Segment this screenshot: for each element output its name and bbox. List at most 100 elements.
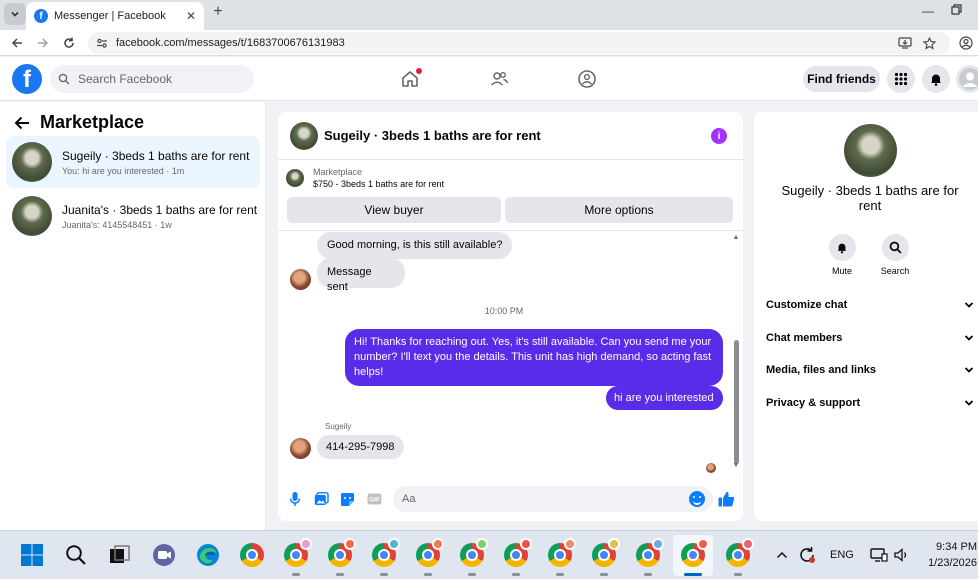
info-icon[interactable]: i <box>711 128 727 144</box>
search-button[interactable]: Search <box>873 234 917 276</box>
system-clock[interactable]: 9:34 PM 1/23/2026 <box>915 539 977 571</box>
back-icon[interactable] <box>8 34 26 52</box>
emoji-icon[interactable] <box>689 491 705 507</box>
clock-date: 1/23/2026 <box>928 557 977 569</box>
conversation-list-panel: Marketplace Sugeily · 3beds 1 baths are … <box>0 102 266 530</box>
bookmark-star-icon[interactable] <box>920 34 938 52</box>
taskbar-search-icon[interactable] <box>63 542 89 568</box>
edge-icon[interactable] <box>195 542 221 568</box>
running-indicator <box>600 573 608 576</box>
marketplace-listing[interactable]: Marketplace $750 - 3beds 1 baths are for… <box>286 167 444 189</box>
divider <box>278 230 743 231</box>
chrome-profile-icon[interactable] <box>459 538 488 576</box>
conversation-item-sugeily[interactable]: Sugeily · 3beds 1 baths are for rent You… <box>6 136 260 188</box>
chrome-profile-icon[interactable] <box>547 538 576 576</box>
home-icon[interactable] <box>398 67 422 91</box>
chrome-profile-icon[interactable] <box>591 538 620 576</box>
site-info-icon[interactable] <box>96 37 108 49</box>
panel-title: Marketplace <box>40 112 145 132</box>
reload-icon[interactable] <box>60 34 78 52</box>
refresh-icon[interactable] <box>796 542 818 568</box>
find-friends-button[interactable]: Find friends <box>803 66 880 92</box>
conversation-item-juanita[interactable]: Juanita's · 3beds 1 baths are for rent J… <box>6 190 260 242</box>
menu-label: Chat members <box>766 332 843 344</box>
sticker-icon[interactable] <box>339 491 355 507</box>
message-input[interactable]: Aa <box>393 486 713 512</box>
view-buyer-button[interactable]: View buyer <box>287 197 501 223</box>
more-options-button[interactable]: More options <box>505 197 733 223</box>
chevron-up-icon[interactable] <box>772 542 792 568</box>
menu-label: Privacy & support <box>766 397 861 409</box>
friends-icon[interactable] <box>487 67 511 91</box>
message-timestamp: 10:00 PM <box>484 306 524 316</box>
windows-taskbar: ENG 9:34 PM 1/23/2026 <box>0 530 978 579</box>
address-bar-row: facebook.com/messages/t/1683700676131983 <box>0 30 978 56</box>
account-avatar[interactable] <box>956 65 978 93</box>
forward-icon[interactable] <box>34 34 52 52</box>
menu-media-files-links[interactable]: Media, files and links <box>766 359 974 381</box>
chrome-profile-icon-active[interactable] <box>680 538 709 576</box>
avatar[interactable] <box>290 121 318 150</box>
display-icon[interactable] <box>868 542 890 568</box>
scroll-down-arrow[interactable]: ▼ <box>732 462 740 469</box>
windows-start-icon[interactable] <box>19 542 45 568</box>
close-icon[interactable]: ✕ <box>186 9 196 23</box>
menu-privacy-support[interactable]: Privacy & support <box>766 392 974 414</box>
chrome-profile-icon[interactable] <box>635 538 664 576</box>
mute-label: Mute <box>831 266 852 276</box>
message-incoming: Message sent <box>317 258 405 293</box>
back-arrow-icon[interactable] <box>14 116 30 130</box>
chevron-down-icon <box>964 334 974 342</box>
teams-icon[interactable] <box>151 542 177 568</box>
message-incoming: 414-295-7998 <box>317 435 404 459</box>
menu-label: Customize chat <box>766 299 848 311</box>
message-incoming: Good morning, is this still available? <box>317 232 513 259</box>
speaker-icon[interactable] <box>892 542 912 568</box>
running-indicator <box>292 573 300 576</box>
mute-button[interactable]: Mute <box>820 234 864 276</box>
restore-icon[interactable] <box>951 4 962 15</box>
minimize-icon[interactable]: — <box>922 4 934 18</box>
language-indicator[interactable]: ENG <box>830 549 854 561</box>
chrome-profile-icon[interactable] <box>371 538 400 576</box>
bell-icon[interactable] <box>922 65 950 93</box>
url-field[interactable]: facebook.com/messages/t/1683700676131983 <box>88 32 950 54</box>
message-outgoing: hi are you interested <box>606 386 723 410</box>
menu-customize-chat[interactable]: Customize chat <box>766 294 974 316</box>
running-indicator <box>556 573 564 576</box>
menu-chat-members[interactable]: Chat members <box>766 327 974 349</box>
search-icon <box>881 234 909 261</box>
browser-tab[interactable]: f Messenger | Facebook ✕ <box>26 2 204 30</box>
avatar <box>12 196 52 236</box>
scroll-thumb[interactable] <box>734 340 739 464</box>
scroll-up-arrow[interactable]: ▲ <box>732 234 740 241</box>
profile-icon[interactable] <box>957 34 975 52</box>
facebook-logo[interactable]: f <box>12 64 42 94</box>
bell-icon <box>828 234 856 261</box>
panel-header: Marketplace <box>14 112 144 133</box>
install-icon[interactable] <box>896 34 914 52</box>
like-icon[interactable] <box>717 490 735 508</box>
tab-list-icon[interactable] <box>4 3 26 25</box>
running-indicator <box>734 573 742 576</box>
running-indicator <box>380 573 388 576</box>
chrome-icon[interactable] <box>239 542 265 568</box>
chrome-profile-icon[interactable] <box>725 538 754 576</box>
chrome-profile-icon[interactable] <box>415 538 444 576</box>
new-tab-icon[interactable]: + <box>208 3 228 21</box>
chrome-profile-icon[interactable] <box>327 538 356 576</box>
groups-icon[interactable] <box>575 67 599 91</box>
task-view-icon[interactable] <box>107 542 133 568</box>
gif-icon[interactable]: GIF <box>366 491 382 507</box>
image-icon[interactable] <box>313 491 329 507</box>
chat-title[interactable]: Sugeily · 3beds 1 baths are for rent <box>324 128 541 143</box>
avatar[interactable] <box>844 124 897 177</box>
marketplace-label: Marketplace <box>313 167 363 177</box>
chrome-profile-icon[interactable] <box>283 538 312 576</box>
search-input[interactable]: Search Facebook <box>50 65 254 93</box>
chrome-profile-icon[interactable] <box>503 538 532 576</box>
chat-scrollbar[interactable]: ▲ ▼ <box>732 234 740 472</box>
microphone-icon[interactable] <box>287 491 303 507</box>
menu-grid-icon[interactable] <box>887 65 915 93</box>
running-indicator <box>424 573 432 576</box>
